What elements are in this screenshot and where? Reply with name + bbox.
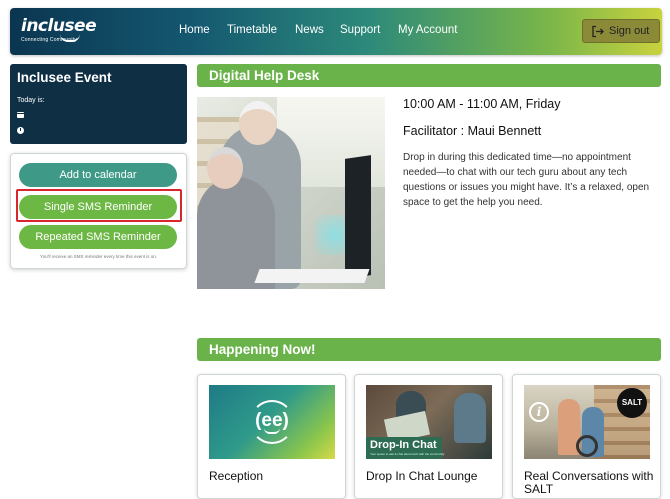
- nav-my-account[interactable]: My Account: [398, 24, 457, 36]
- photo-keyboard: [254, 269, 370, 283]
- happening-now-heading: Happening Now!: [197, 338, 661, 361]
- event-card-salt[interactable]: i SALT Real Conversations with SALT: [512, 374, 661, 499]
- chat-image-sublabel: Your space to ask & chat about tech with…: [370, 452, 445, 456]
- nav-home[interactable]: Home: [179, 24, 210, 36]
- today-label: Today is:: [17, 97, 45, 104]
- photo-monitor: [345, 155, 371, 279]
- salt-image: i SALT: [524, 385, 650, 459]
- card-title: Real Conversations with SALT: [524, 469, 654, 496]
- logo-wordmark: inclusee: [21, 16, 97, 36]
- inclusee-logo[interactable]: inclusee Connecting Community: [21, 16, 97, 43]
- calendar-icon: [17, 112, 24, 118]
- time-mask: [567, 94, 625, 112]
- salt-badge: SALT: [617, 388, 647, 418]
- photo-head-seated: [207, 147, 243, 189]
- event-facilitator: Facilitator : Maui Bennett: [403, 124, 542, 138]
- event-time: 10:00 AM - 11:00 AM, Friday: [403, 97, 561, 111]
- event-title: Inclusee Event: [17, 70, 112, 85]
- info-icon: i: [529, 402, 549, 422]
- nav-support[interactable]: Support: [340, 24, 380, 36]
- event-card-reception[interactable]: (ee) Reception: [197, 374, 346, 499]
- help-desk-photo: [197, 97, 385, 289]
- sign-out-button[interactable]: Sign out: [582, 19, 660, 43]
- add-to-calendar-button[interactable]: Add to calendar: [19, 163, 177, 187]
- top-navigation-bar: inclusee Connecting Community Home Timet…: [10, 8, 662, 55]
- single-sms-reminder-button[interactable]: Single SMS Reminder: [19, 195, 177, 219]
- chat-image-label: Drop-In Chat: [370, 439, 437, 451]
- event-info-card: Inclusee Event Today is:: [10, 64, 187, 144]
- ee-logo-text: (ee): [255, 410, 289, 431]
- chat-photo-person-right: [454, 393, 486, 443]
- help-desk-heading: Digital Help Desk: [197, 64, 661, 87]
- reception-image: (ee): [209, 385, 335, 459]
- wheelchair-wheel: [576, 435, 598, 457]
- event-description: Drop in during this dedicated time—no ap…: [403, 152, 650, 208]
- nav-timetable[interactable]: Timetable: [227, 24, 277, 36]
- drop-in-chat-image: Drop-In Chat Your space to ask & chat ab…: [366, 385, 492, 459]
- logo-tagline: Connecting Community: [21, 37, 77, 43]
- card-title: Reception: [209, 469, 264, 483]
- sign-out-label: Sign out: [609, 25, 650, 37]
- photo-head-standing: [239, 101, 277, 145]
- sign-out-icon: [592, 25, 604, 38]
- repeated-sms-reminder-button[interactable]: Repeated SMS Reminder: [19, 225, 177, 249]
- event-card-drop-in-chat[interactable]: Drop-In Chat Your space to ask & chat ab…: [354, 374, 503, 499]
- card-title: Drop In Chat Lounge: [366, 469, 478, 483]
- nav-news[interactable]: News: [295, 24, 324, 36]
- clock-icon: [17, 127, 24, 134]
- event-actions-card: Add to calendar Single SMS Reminder Repe…: [10, 153, 187, 269]
- sms-note: You'll receive an SMS reminder every tim…: [40, 254, 157, 259]
